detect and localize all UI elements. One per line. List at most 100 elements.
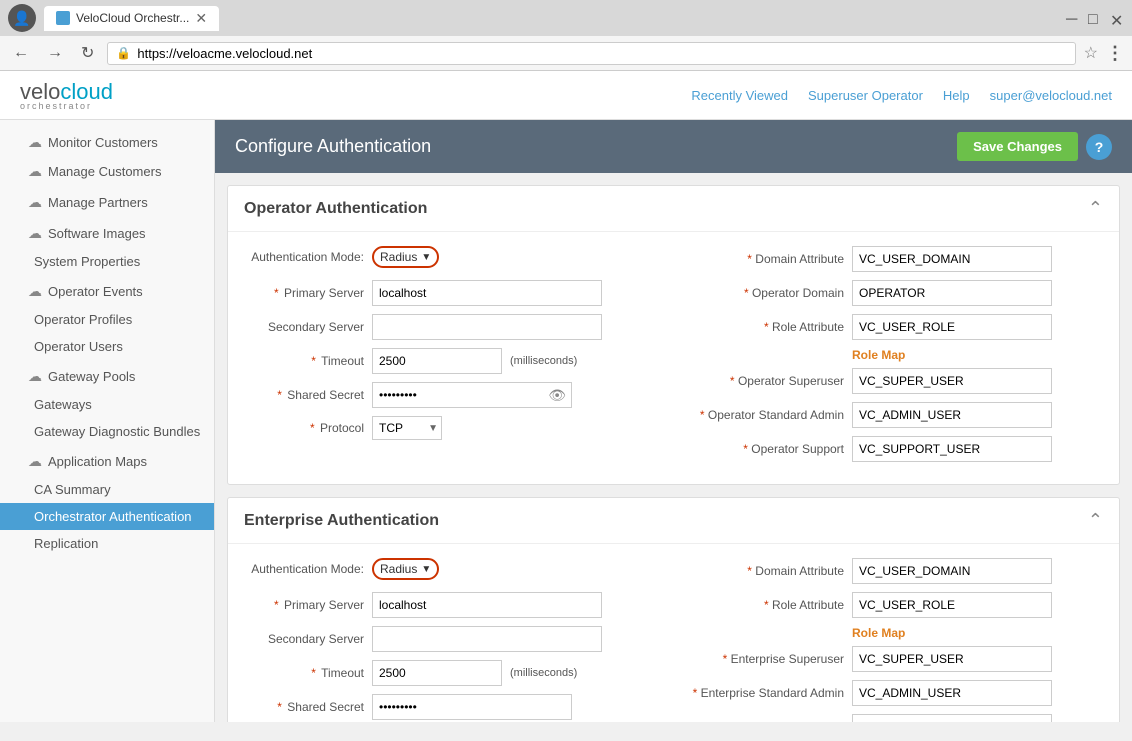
enterprise-domain-attribute-row: Domain Attribute <box>684 558 1103 584</box>
sidebar-item-gateway-diagnostic-bundles[interactable]: Gateway Diagnostic Bundles <box>0 418 214 445</box>
enterprise-timeout-row: * Timeout (milliseconds) <box>244 660 664 686</box>
auth-mode-label: Authentication Mode: <box>244 250 364 264</box>
forward-button[interactable]: → <box>42 42 68 64</box>
operator-shared-secret-row: * Shared Secret 👁 <box>244 382 664 408</box>
enterprise-shared-secret-input[interactable] <box>372 694 572 720</box>
enterprise-auth-mode-select-wrapper[interactable]: Radius ▼ <box>372 558 439 580</box>
recently-viewed-link[interactable]: Recently Viewed <box>691 88 788 103</box>
enterprise-auth-collapse-button[interactable]: ⌃ <box>1088 510 1103 531</box>
app-header: velocloud orchestrator Recently Viewed S… <box>0 71 1132 120</box>
sidebar-group-operator: ☁ Operator Events Operator Profiles Oper… <box>0 277 214 360</box>
sidebar-item-manage-customers[interactable]: ☁ Manage Customers <box>0 157 214 186</box>
timeout-input[interactable] <box>372 348 502 374</box>
enterprise-shared-secret-row: * Shared Secret <box>244 694 664 720</box>
primary-server-input[interactable] <box>372 280 602 306</box>
sidebar-item-ca-summary[interactable]: CA Summary <box>0 476 214 503</box>
enterprise-auth-title: Enterprise Authentication <box>244 512 439 530</box>
enterprise-auth-section: Enterprise Authentication ⌃ Authenticati… <box>227 497 1120 722</box>
enterprise-secondary-server-row: Secondary Server <box>244 626 664 652</box>
sidebar-label: System Properties <box>34 254 140 269</box>
operator-timeout-row: * Timeout (milliseconds) <box>244 348 664 374</box>
timeout-suffix: (milliseconds) <box>510 355 577 367</box>
sidebar-item-gateway-pools[interactable]: ☁ Gateway Pools <box>0 362 214 391</box>
operator-role-attribute-row: Role Attribute <box>684 314 1103 340</box>
sidebar-item-operator-users[interactable]: Operator Users <box>0 333 214 360</box>
browser-tab[interactable]: VeloCloud Orchestr... ✕ <box>44 6 219 31</box>
role-attribute-input[interactable] <box>852 314 1052 340</box>
sidebar-item-system-properties[interactable]: System Properties <box>0 248 214 275</box>
minimize-button[interactable]: ─ <box>1066 11 1080 25</box>
url-input[interactable] <box>137 46 1066 61</box>
menu-icon[interactable]: ⋮ <box>1106 43 1124 64</box>
sidebar-group-partners: ☁ Manage Partners <box>0 188 214 217</box>
sidebar-group-app: ☁ Application Maps CA Summary Orchestrat… <box>0 447 214 557</box>
save-changes-button[interactable]: Save Changes <box>957 132 1078 161</box>
app-container: velocloud orchestrator Recently Viewed S… <box>0 71 1132 722</box>
operator-auth-mode-row: Authentication Mode: Radius ▼ <box>244 246 664 268</box>
tab-close[interactable]: ✕ <box>195 10 207 27</box>
sidebar-item-orchestrator-authentication[interactable]: Orchestrator Authentication <box>0 503 214 530</box>
help-link[interactable]: Help <box>943 88 970 103</box>
main-layout: ☁ Monitor Customers ☁ Manage Customers ☁… <box>0 120 1132 722</box>
sidebar-item-replication[interactable]: Replication <box>0 530 214 557</box>
cloud-icon: ☁ <box>28 283 42 300</box>
sidebar-label: Gateways <box>34 397 92 412</box>
operator-superuser-label: Operator Superuser <box>684 374 844 388</box>
operator-auth-collapse-button[interactable]: ⌃ <box>1088 198 1103 219</box>
cloud-icon: ☁ <box>28 225 42 242</box>
protocol-select[interactable]: TCP UDP <box>372 416 442 440</box>
sidebar-item-manage-partners[interactable]: ☁ Manage Partners <box>0 188 214 217</box>
sidebar: ☁ Monitor Customers ☁ Manage Customers ☁… <box>0 120 215 722</box>
operator-domain-attribute-row: Domain Attribute <box>684 246 1103 272</box>
restore-button[interactable]: □ <box>1088 11 1102 25</box>
enterprise-domain-attribute-input[interactable] <box>852 558 1052 584</box>
protocol-label: * Protocol <box>244 421 364 435</box>
shared-secret-wrapper: 👁 <box>372 382 572 408</box>
sidebar-item-operator-profiles[interactable]: Operator Profiles <box>0 306 214 333</box>
enterprise-role-attribute-input[interactable] <box>852 592 1052 618</box>
superuser-operator-link[interactable]: Superuser Operator <box>808 88 923 103</box>
operator-support-input[interactable] <box>852 436 1052 462</box>
content-area: Configure Authentication Save Changes ? … <box>215 120 1132 722</box>
shared-secret-label: * Shared Secret <box>244 388 364 402</box>
sidebar-label: Monitor Customers <box>48 135 158 150</box>
required-icon: * <box>274 598 279 612</box>
operator-standard-admin-input[interactable] <box>852 402 1052 428</box>
operator-auth-mode-select-wrapper[interactable]: Radius ▼ <box>372 246 439 268</box>
enterprise-secondary-server-input[interactable] <box>372 626 602 652</box>
sidebar-item-application-maps[interactable]: ☁ Application Maps <box>0 447 214 476</box>
sidebar-item-operator-events[interactable]: ☁ Operator Events <box>0 277 214 306</box>
primary-server-label: * Primary Server <box>244 286 364 300</box>
help-button[interactable]: ? <box>1086 134 1112 160</box>
required-icon: * <box>274 286 279 300</box>
enterprise-standard-admin-input[interactable] <box>852 680 1052 706</box>
enterprise-auth-mode-value: Radius <box>380 562 417 576</box>
dropdown-arrow-icon: ▼ <box>421 564 431 575</box>
protocol-select-wrapper[interactable]: TCP UDP ▼ <box>372 416 442 440</box>
operator-domain-input[interactable] <box>852 280 1052 306</box>
enterprise-timeout-input[interactable] <box>372 660 502 686</box>
operator-superuser-input[interactable] <box>852 368 1052 394</box>
address-bar[interactable]: 🔒 <box>107 42 1075 65</box>
eye-icon[interactable]: 👁 <box>548 387 566 404</box>
sidebar-item-software-images[interactable]: ☁ Software Images <box>0 219 214 248</box>
secondary-server-input[interactable] <box>372 314 602 340</box>
enterprise-timeout-label: * Timeout <box>244 666 364 680</box>
user-link[interactable]: super@velocloud.net <box>990 88 1112 103</box>
close-button[interactable]: ✕ <box>1110 11 1124 25</box>
bookmark-icon[interactable]: ☆ <box>1084 43 1098 63</box>
sidebar-item-monitor-customers[interactable]: ☁ Monitor Customers <box>0 128 214 157</box>
sidebar-label: Gateway Pools <box>48 369 135 384</box>
sidebar-group-gateway: ☁ Gateway Pools Gateways Gateway Diagnos… <box>0 362 214 445</box>
sidebar-item-gateways[interactable]: Gateways <box>0 391 214 418</box>
tab-title: VeloCloud Orchestr... <box>76 11 189 25</box>
enterprise-primary-server-input[interactable] <box>372 592 602 618</box>
refresh-button[interactable]: ↻ <box>76 41 99 65</box>
enterprise-shared-secret-label: * Shared Secret <box>244 700 364 714</box>
back-button[interactable]: ← <box>8 42 34 64</box>
enterprise-support-input[interactable] <box>852 714 1052 722</box>
sidebar-label: Manage Partners <box>48 195 148 210</box>
enterprise-superuser-input[interactable] <box>852 646 1052 672</box>
domain-attribute-input[interactable] <box>852 246 1052 272</box>
shared-secret-input[interactable] <box>372 382 572 408</box>
